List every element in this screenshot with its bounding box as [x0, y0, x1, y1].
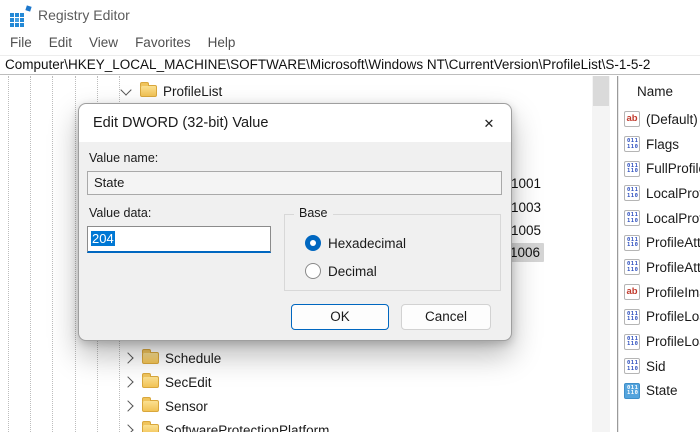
- value-row-sid[interactable]: 011 110 Sid: [620, 354, 700, 379]
- edit-dword-dialog: Edit DWORD (32-bit) Value ✕ Value name: …: [78, 103, 512, 341]
- value-name: ProfileImagePath: [646, 284, 700, 300]
- folder-icon: [142, 421, 159, 432]
- value-name: ProfileLoadTimeLow: [646, 334, 700, 350]
- tree-item-profilelist[interactable]: ProfileList: [120, 80, 223, 102]
- dword-value-icon: 011 110: [624, 136, 640, 153]
- value-name: FullProfile: [646, 161, 700, 177]
- chevron-right-icon[interactable]: [122, 400, 134, 412]
- value-row-localprofileloadtimehigh[interactable]: 011110 LocalProfileLoadTimeHigh: [620, 181, 700, 206]
- column-header-name[interactable]: Name: [637, 84, 673, 99]
- tree-guide-line: [52, 76, 53, 432]
- tree-guide-line: [30, 76, 31, 432]
- tree-item-sid-1005[interactable]: 1005: [511, 221, 541, 240]
- tree-item-label: SoftwareProtectionPlatform: [165, 422, 330, 432]
- address-bar[interactable]: Computer\HKEY_LOCAL_MACHINE\SOFTWARE\Mic…: [0, 55, 700, 75]
- tree-item-label: Schedule: [165, 350, 222, 366]
- chevron-right-icon[interactable]: [122, 376, 134, 388]
- hexadecimal-radio-label: Hexadecimal: [328, 235, 407, 251]
- tree-vertical-scrollbar[interactable]: [592, 76, 610, 432]
- folder-icon: [142, 397, 159, 412]
- tree-item-label: ProfileList: [163, 83, 223, 99]
- dword-value-icon: 011 110: [624, 259, 640, 276]
- value-row-profileattempted-low[interactable]: 011110 ProfileAttemptedProfileDownloadTi…: [620, 255, 700, 280]
- dword-value-icon: 011 110: [624, 333, 640, 350]
- dword-value-icon: 011 110: [624, 234, 640, 251]
- dword-value-icon: 011 110: [624, 185, 640, 202]
- value-row-default[interactable]: ab (Default): [620, 107, 700, 132]
- value-row-profileloadtimehigh[interactable]: 011110 ProfileLoadTimeHigh: [620, 305, 700, 330]
- tree-item-schedule[interactable]: Schedule: [122, 347, 222, 369]
- value-row-localprofileloadtimelow[interactable]: 011110 LocalProfileLoadTimeLow: [620, 206, 700, 231]
- menu-item-view[interactable]: View: [89, 35, 118, 50]
- value-name: ProfileLoadTimeHigh: [646, 309, 700, 325]
- value-name: State: [646, 383, 678, 399]
- value-name-field[interactable]: State: [87, 171, 502, 195]
- address-path: Computer\HKEY_LOCAL_MACHINE\SOFTWARE\Mic…: [5, 57, 651, 72]
- value-name: Flags: [646, 136, 680, 152]
- folder-icon: [140, 82, 157, 97]
- value-name: (Default): [646, 111, 698, 127]
- tree-item-label: SecEdit: [165, 374, 212, 390]
- value-data-label: Value data:: [89, 206, 152, 220]
- tree-item-softwareprotectionplatform[interactable]: SoftwareProtectionPlatform: [122, 419, 330, 432]
- title-bar: Registry Editor: [0, 0, 700, 30]
- value-row-profileattempted-high[interactable]: 011110 ProfileAttemptedProfileDownloadTi…: [620, 230, 700, 255]
- menu-item-favorites[interactable]: Favorites: [135, 35, 191, 50]
- tree-guide-line: [75, 76, 76, 432]
- value-data-field[interactable]: 204: [87, 226, 271, 253]
- registry-editor-app-icon: [8, 4, 32, 28]
- selected-text: 204: [91, 231, 115, 246]
- tree-guide-line: [8, 76, 9, 432]
- chevron-right-icon[interactable]: [122, 424, 134, 432]
- string-value-icon: ab: [624, 284, 640, 301]
- dword-value-icon: 011 110: [624, 308, 640, 325]
- tree-item-sensor[interactable]: Sensor: [122, 395, 208, 417]
- value-name: ProfileAttemptedProfileDownloadTimeLow: [646, 259, 700, 275]
- value-row-fullprofile[interactable]: 011110 FullProfile: [620, 156, 700, 181]
- folder-icon: [142, 373, 159, 388]
- value-row-profileimagepath[interactable]: ab ProfileImagePath: [620, 280, 700, 305]
- cancel-button[interactable]: Cancel: [401, 304, 491, 330]
- window-title: Registry Editor: [38, 7, 130, 23]
- chevron-right-icon[interactable]: [122, 352, 134, 364]
- value-name: LocalProfileLoadTimeHigh: [646, 185, 700, 201]
- decimal-radio-label: Decimal: [328, 263, 377, 279]
- menu-item-help[interactable]: Help: [208, 35, 236, 50]
- dword-value-icon: 011 110: [624, 358, 640, 375]
- dword-value-icon: 011 110: [624, 160, 640, 177]
- value-row-state-selected[interactable]: 011 110 State: [620, 379, 700, 404]
- tree-item-secedit[interactable]: SecEdit: [122, 371, 212, 393]
- folder-icon: [142, 349, 159, 364]
- base-groupbox: Base Hexadecimal Decimal: [284, 206, 501, 291]
- ok-button[interactable]: OK: [291, 304, 389, 330]
- decimal-radio-row[interactable]: Decimal: [305, 263, 377, 279]
- close-icon[interactable]: ✕: [477, 112, 501, 136]
- scrollbar-thumb[interactable]: [593, 76, 609, 106]
- value-row-flags[interactable]: 011 110 Flags: [620, 132, 700, 157]
- values-panel: Name ab (Default) 011 110 Flags 011 110 Fu…: [620, 76, 700, 432]
- value-row-profileloadtimelow[interactable]: 011110 ProfileLoadTimeLow: [620, 329, 700, 354]
- value-name: LocalProfileLoadTimeLow: [646, 210, 700, 226]
- menu-item-edit[interactable]: Edit: [49, 35, 72, 50]
- hexadecimal-radio-row[interactable]: Hexadecimal: [305, 235, 406, 251]
- radio-selected-icon[interactable]: [305, 235, 321, 251]
- dialog-title: Edit DWORD (32-bit) Value: [93, 115, 269, 131]
- tree-item-sid-1003[interactable]: 1003: [511, 198, 541, 217]
- tree-item-label: Sensor: [165, 398, 208, 414]
- panel-splitter[interactable]: [617, 76, 618, 432]
- value-name-label: Value name:: [89, 151, 159, 165]
- chevron-down-icon[interactable]: [120, 83, 132, 96]
- string-value-icon: ab: [624, 111, 640, 128]
- radio-unselected-icon[interactable]: [305, 263, 321, 279]
- menu-item-file[interactable]: File: [10, 35, 32, 50]
- registry-editor-window: Registry Editor File Edit View Favorites…: [0, 0, 700, 432]
- value-name: Sid: [646, 358, 666, 374]
- tree-item-sid-1001[interactable]: 1001: [511, 174, 541, 193]
- base-group-label: Base: [294, 206, 333, 220]
- menu-bar: File Edit View Favorites Help: [0, 30, 700, 55]
- value-name: ProfileAttemptedProfileDownloadTimeHigh: [646, 235, 700, 251]
- dword-value-icon-selected: 011 110: [624, 382, 640, 399]
- dword-value-icon: 011 110: [624, 210, 640, 227]
